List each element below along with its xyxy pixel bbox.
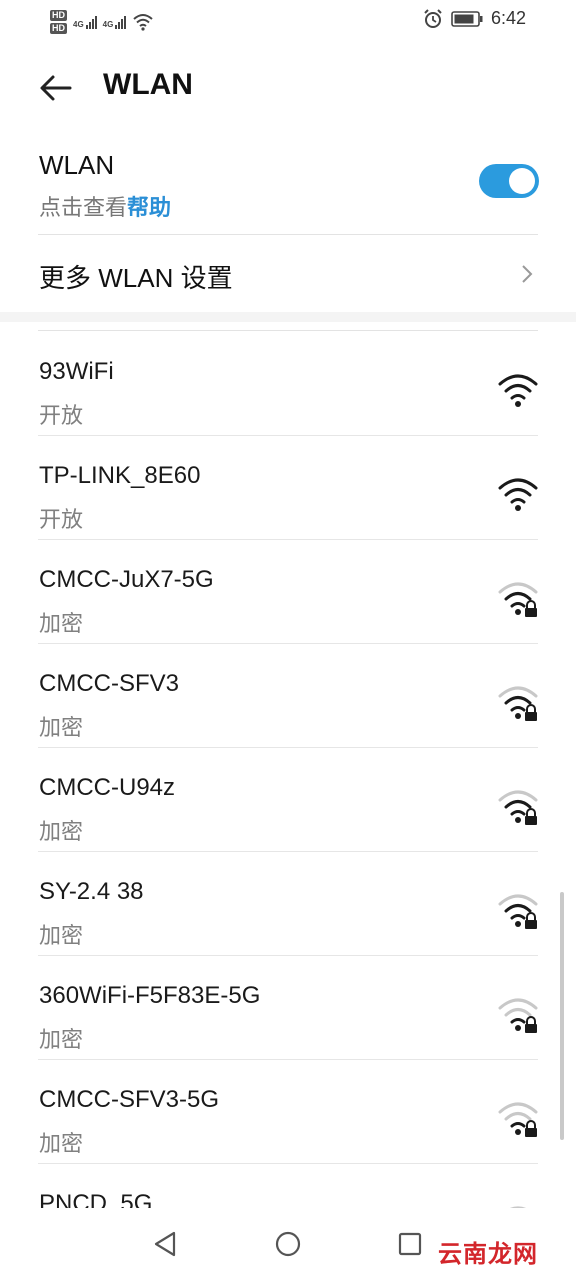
wlan-toggle-switch[interactable] bbox=[479, 164, 539, 198]
network-list: 93WiFi 开放 TP-LINK_8E60 开放 CMCC-JuX7-5G 加密 CMCC… bbox=[0, 322, 576, 1208]
status-right: 6:42 bbox=[423, 8, 526, 29]
network-row[interactable]: 360WiFi-F5F83E-5G 加密 bbox=[0, 956, 576, 1060]
network-name: CMCC-JuX7-5G bbox=[39, 566, 214, 593]
wifi-locked-icon bbox=[498, 582, 538, 617]
network-security: 加密 bbox=[39, 1131, 84, 1156]
more-wlan-settings[interactable]: 更多 WLAN 设置 bbox=[39, 258, 233, 295]
help-link[interactable]: 帮助 bbox=[127, 195, 171, 220]
wifi-locked-icon bbox=[498, 790, 538, 825]
wifi-locked-icon bbox=[498, 1102, 538, 1137]
hd-badge-2: HD bbox=[50, 23, 67, 34]
hd-badge-1: HD bbox=[50, 10, 67, 21]
back-arrow-icon[interactable] bbox=[38, 70, 74, 106]
lock-icon bbox=[525, 1016, 537, 1033]
lock-icon bbox=[525, 600, 537, 617]
hd-indicators: HD HD bbox=[50, 10, 67, 34]
list-top-divider bbox=[38, 330, 538, 331]
watermark: 云南龙网 bbox=[438, 1241, 538, 1268]
wifi-locked-icon bbox=[498, 998, 538, 1033]
network-row[interactable]: SY-2.4 38 加密 bbox=[0, 852, 576, 956]
wifi-locked-icon bbox=[498, 894, 538, 929]
network-name: 93WiFi bbox=[39, 358, 114, 385]
wifi-icon bbox=[498, 478, 538, 511]
nav-back-icon[interactable] bbox=[150, 1228, 182, 1260]
lock-icon bbox=[525, 912, 537, 929]
network-type-2: 4G bbox=[102, 19, 114, 29]
wlan-settings-card: WLAN 点击查看帮助 更多 WLAN 设置 bbox=[0, 134, 576, 312]
toggle-knob bbox=[509, 168, 535, 194]
network-row[interactable]: CMCC-U94z 加密 bbox=[0, 748, 576, 852]
wlan-subtext: 点击查看帮助 bbox=[39, 190, 171, 222]
signal-icon-2: 4G bbox=[102, 15, 127, 29]
network-name: TP-LINK_8E60 bbox=[39, 462, 201, 489]
network-row[interactable]: CMCC-SFV3 加密 bbox=[0, 644, 576, 748]
status-left: HD HD 4G 4G bbox=[50, 6, 154, 38]
network-security: 开放 bbox=[39, 507, 84, 532]
status-bar: HD HD 4G 4G 6:42 bbox=[0, 0, 576, 42]
network-security: 加密 bbox=[39, 1027, 84, 1052]
wlan-label: WLAN bbox=[39, 150, 115, 180]
wifi-locked-icon bbox=[498, 686, 538, 721]
network-row[interactable]: CMCC-JuX7-5G 加密 bbox=[0, 540, 576, 644]
chevron-right-icon bbox=[522, 265, 533, 283]
wifi-icon bbox=[498, 374, 538, 407]
network-name: SY-2.4 38 bbox=[39, 878, 144, 905]
network-name: CMCC-SFV3 bbox=[39, 670, 180, 697]
lock-icon bbox=[525, 808, 537, 825]
network-security: 加密 bbox=[39, 715, 84, 740]
alarm-icon bbox=[424, 8, 442, 28]
help-prefix: 点击查看 bbox=[39, 195, 128, 220]
network-security: 开放 bbox=[39, 403, 84, 428]
network-row[interactable]: PNCD_5G bbox=[0, 1164, 576, 1208]
battery-icon bbox=[451, 10, 483, 27]
network-row[interactable]: 93WiFi 开放 bbox=[0, 332, 576, 436]
lock-icon bbox=[525, 1120, 537, 1137]
app-header: WLAN bbox=[0, 42, 576, 134]
nav-recents-icon[interactable] bbox=[394, 1228, 426, 1260]
network-name: CMCC-U94z bbox=[39, 774, 176, 801]
network-name: CMCC-SFV3-5G bbox=[39, 1086, 220, 1113]
network-security: 加密 bbox=[39, 923, 84, 948]
scrollbar[interactable] bbox=[560, 892, 564, 1140]
clock: 6:42 bbox=[490, 8, 526, 28]
network-row[interactable]: TP-LINK_8E60 开放 bbox=[0, 436, 576, 540]
network-security: 加密 bbox=[39, 611, 84, 636]
wifi-status-icon bbox=[133, 14, 154, 31]
network-type-1: 4G bbox=[73, 19, 84, 29]
divider bbox=[38, 234, 538, 235]
signal-icon: 4G bbox=[73, 15, 97, 29]
network-row[interactable]: CMCC-SFV3-5G 加密 bbox=[0, 1060, 576, 1164]
network-security: 加密 bbox=[39, 819, 84, 844]
nav-home-icon[interactable] bbox=[272, 1228, 304, 1260]
network-name: PNCD_5G bbox=[39, 1190, 153, 1208]
lock-icon bbox=[525, 704, 537, 721]
page-title: WLAN bbox=[103, 68, 193, 101]
network-name: 360WiFi-F5F83E-5G bbox=[39, 982, 261, 1009]
